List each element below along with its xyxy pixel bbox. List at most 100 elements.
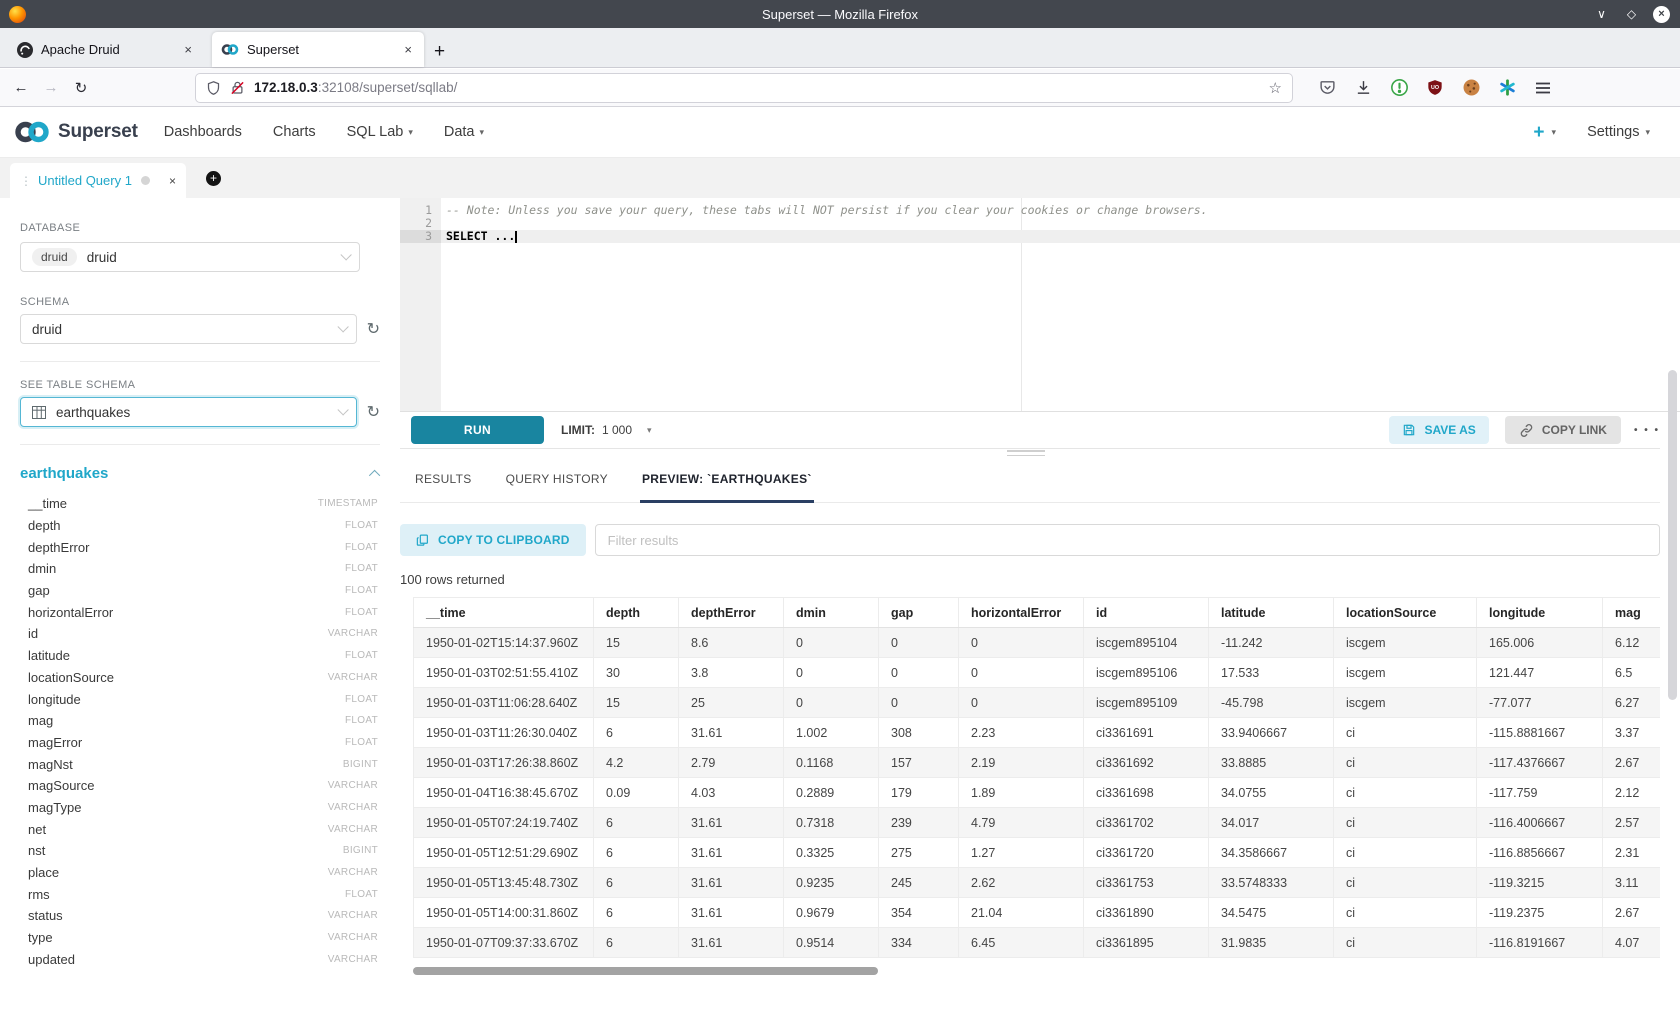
column-header[interactable]: __time	[414, 598, 594, 628]
table-cell: 1950-01-05T12:51:29.690Z	[414, 838, 594, 868]
copy-to-clipboard-button[interactable]: COPY TO CLIPBOARD	[400, 524, 586, 556]
back-icon[interactable]: ←	[6, 79, 36, 96]
refresh-tables-icon[interactable]: ↻	[367, 402, 380, 422]
table-cell: -116.8856667	[1477, 838, 1603, 868]
column-header[interactable]: depthError	[679, 598, 784, 628]
chevron-down-icon	[337, 404, 348, 415]
superset-logo[interactable]: Superset	[12, 119, 138, 145]
table-cell: 0.7318	[784, 808, 879, 838]
column-name: nst	[28, 843, 45, 858]
query-tab-untitled[interactable]: ⋮ Untitled Query 1 ×	[10, 163, 186, 198]
chevron-up-icon[interactable]	[369, 469, 380, 480]
bookmark-star-icon[interactable]: ☆	[1269, 79, 1282, 97]
url-field[interactable]: 172.18.0.3:32108/superset/sqllab/ ☆	[196, 74, 1292, 102]
column-row: dmin FLOAT	[20, 558, 378, 580]
column-header[interactable]: depth	[594, 598, 679, 628]
table-row: 1950-01-02T15:14:37.960Z158.6000iscgem89…	[414, 628, 1661, 658]
column-row: net VARCHAR	[20, 818, 378, 840]
table-header-row: __timedepthdepthErrordmingaphorizontalEr…	[414, 598, 1661, 628]
table-cell: 0.9235	[784, 868, 879, 898]
chevron-down-icon	[340, 249, 351, 260]
add-query-tab-button[interactable]: +	[206, 171, 221, 186]
window-maximize-icon[interactable]: ◇	[1623, 6, 1640, 23]
filter-results-input[interactable]	[595, 524, 1660, 556]
sql-editor[interactable]: 1 2 3 -- Note: Unless you save your quer…	[400, 198, 1680, 412]
table-cell: 6	[594, 868, 679, 898]
downloads-icon[interactable]	[1354, 79, 1372, 97]
tab-close-icon[interactable]: ×	[181, 42, 195, 57]
table-cell: 6	[594, 718, 679, 748]
pocket-icon[interactable]	[1318, 79, 1336, 97]
table-cell: ci3361720	[1084, 838, 1209, 868]
column-header[interactable]: horizontalError	[959, 598, 1084, 628]
table-cell: 15	[594, 628, 679, 658]
shield-icon[interactable]	[206, 80, 221, 96]
table-cell: 1950-01-03T11:06:28.640Z	[414, 688, 594, 718]
schema-select[interactable]: druid	[20, 314, 357, 344]
nav-item-data[interactable]: Data▾	[444, 124, 484, 140]
window-minimize-icon[interactable]: ∨	[1593, 6, 1610, 23]
nav-item-charts[interactable]: Charts	[273, 124, 316, 140]
refresh-schemas-icon[interactable]: ↻	[367, 319, 380, 339]
column-header[interactable]: dmin	[784, 598, 879, 628]
column-name: magType	[28, 800, 81, 815]
database-type-badge: druid	[32, 248, 77, 266]
tab-close-icon[interactable]: ×	[401, 42, 415, 57]
save-as-button[interactable]: SAVE AS	[1389, 416, 1488, 444]
settings-menu[interactable]: Settings▾	[1587, 124, 1650, 140]
more-options-icon[interactable]: • • •	[1634, 425, 1660, 436]
database-select[interactable]: druid druid	[20, 242, 360, 272]
lock-insecure-icon[interactable]	[230, 80, 245, 96]
column-header[interactable]: mag	[1603, 598, 1661, 628]
copy-link-button[interactable]: COPY LINK	[1505, 416, 1621, 444]
column-header[interactable]: gap	[879, 598, 959, 628]
browser-tab-apache-druid[interactable]: Apache Druid ×	[8, 32, 204, 67]
query-tab-close-icon[interactable]: ×	[169, 174, 176, 188]
table-cell: -119.2375	[1477, 898, 1603, 928]
tab-query-history[interactable]: QUERY HISTORY	[506, 472, 608, 502]
table-schema-header[interactable]: earthquakes	[20, 465, 380, 482]
nav-item-dashboards[interactable]: Dashboards	[164, 124, 242, 140]
column-row: longitude FLOAT	[20, 688, 378, 710]
hamburger-menu-icon[interactable]	[1534, 79, 1552, 97]
query-tabstrip: ⋮ Untitled Query 1 × +	[0, 158, 1680, 198]
chevron-down-icon[interactable]: ▾	[1552, 127, 1557, 138]
nav-item-sql-lab[interactable]: SQL Lab▾	[347, 124, 413, 140]
tab-preview-earthquakes[interactable]: PREVIEW: `EARTHQUAKES`	[642, 472, 812, 502]
table-row: 1950-01-03T17:26:38.860Z4.22.790.1168157…	[414, 748, 1661, 778]
table-cell: 275	[879, 838, 959, 868]
forward-icon[interactable]: →	[36, 79, 66, 96]
window-close-icon[interactable]: ×	[1653, 6, 1670, 23]
superset-favicon	[221, 43, 239, 56]
database-select-value: druid	[87, 250, 117, 265]
table-cell: 2.67	[1603, 898, 1661, 928]
table-cell: 0	[784, 688, 879, 718]
chevron-down-icon: ▾	[480, 127, 485, 138]
column-header[interactable]: latitude	[1209, 598, 1334, 628]
vertical-scrollbar-thumb[interactable]	[1668, 370, 1677, 700]
column-type: VARCHAR	[328, 867, 378, 878]
add-new-button[interactable]: +	[1533, 123, 1544, 142]
table-name-heading: earthquakes	[20, 465, 108, 482]
limit-dropdown[interactable]: LIMIT: 1 000 ▾	[561, 423, 652, 437]
cookie-extension-icon[interactable]	[1462, 79, 1480, 97]
column-type: VARCHAR	[328, 824, 378, 835]
column-row: updated VARCHAR	[20, 948, 378, 970]
browser-tab-superset[interactable]: Superset ×	[212, 32, 424, 67]
table-cell: 1950-01-07T09:37:33.670Z	[414, 928, 594, 958]
column-type: VARCHAR	[328, 672, 378, 683]
column-row: mag FLOAT	[20, 710, 378, 732]
reload-icon[interactable]: ↻	[66, 79, 96, 97]
column-header[interactable]: longitude	[1477, 598, 1603, 628]
privacy-extension-icon[interactable]	[1390, 79, 1408, 97]
new-tab-button[interactable]: +	[434, 42, 445, 61]
column-header[interactable]: locationSource	[1334, 598, 1477, 628]
table-select[interactable]: earthquakes	[20, 397, 357, 427]
run-button[interactable]: RUN	[411, 416, 544, 444]
column-header[interactable]: id	[1084, 598, 1209, 628]
password-extension-icon[interactable]	[1498, 79, 1516, 97]
ublock-origin-icon[interactable]: UO	[1426, 79, 1444, 97]
horizontal-scrollbar-thumb[interactable]	[413, 967, 878, 975]
copy-icon	[416, 533, 429, 547]
tab-results[interactable]: RESULTS	[415, 472, 472, 502]
